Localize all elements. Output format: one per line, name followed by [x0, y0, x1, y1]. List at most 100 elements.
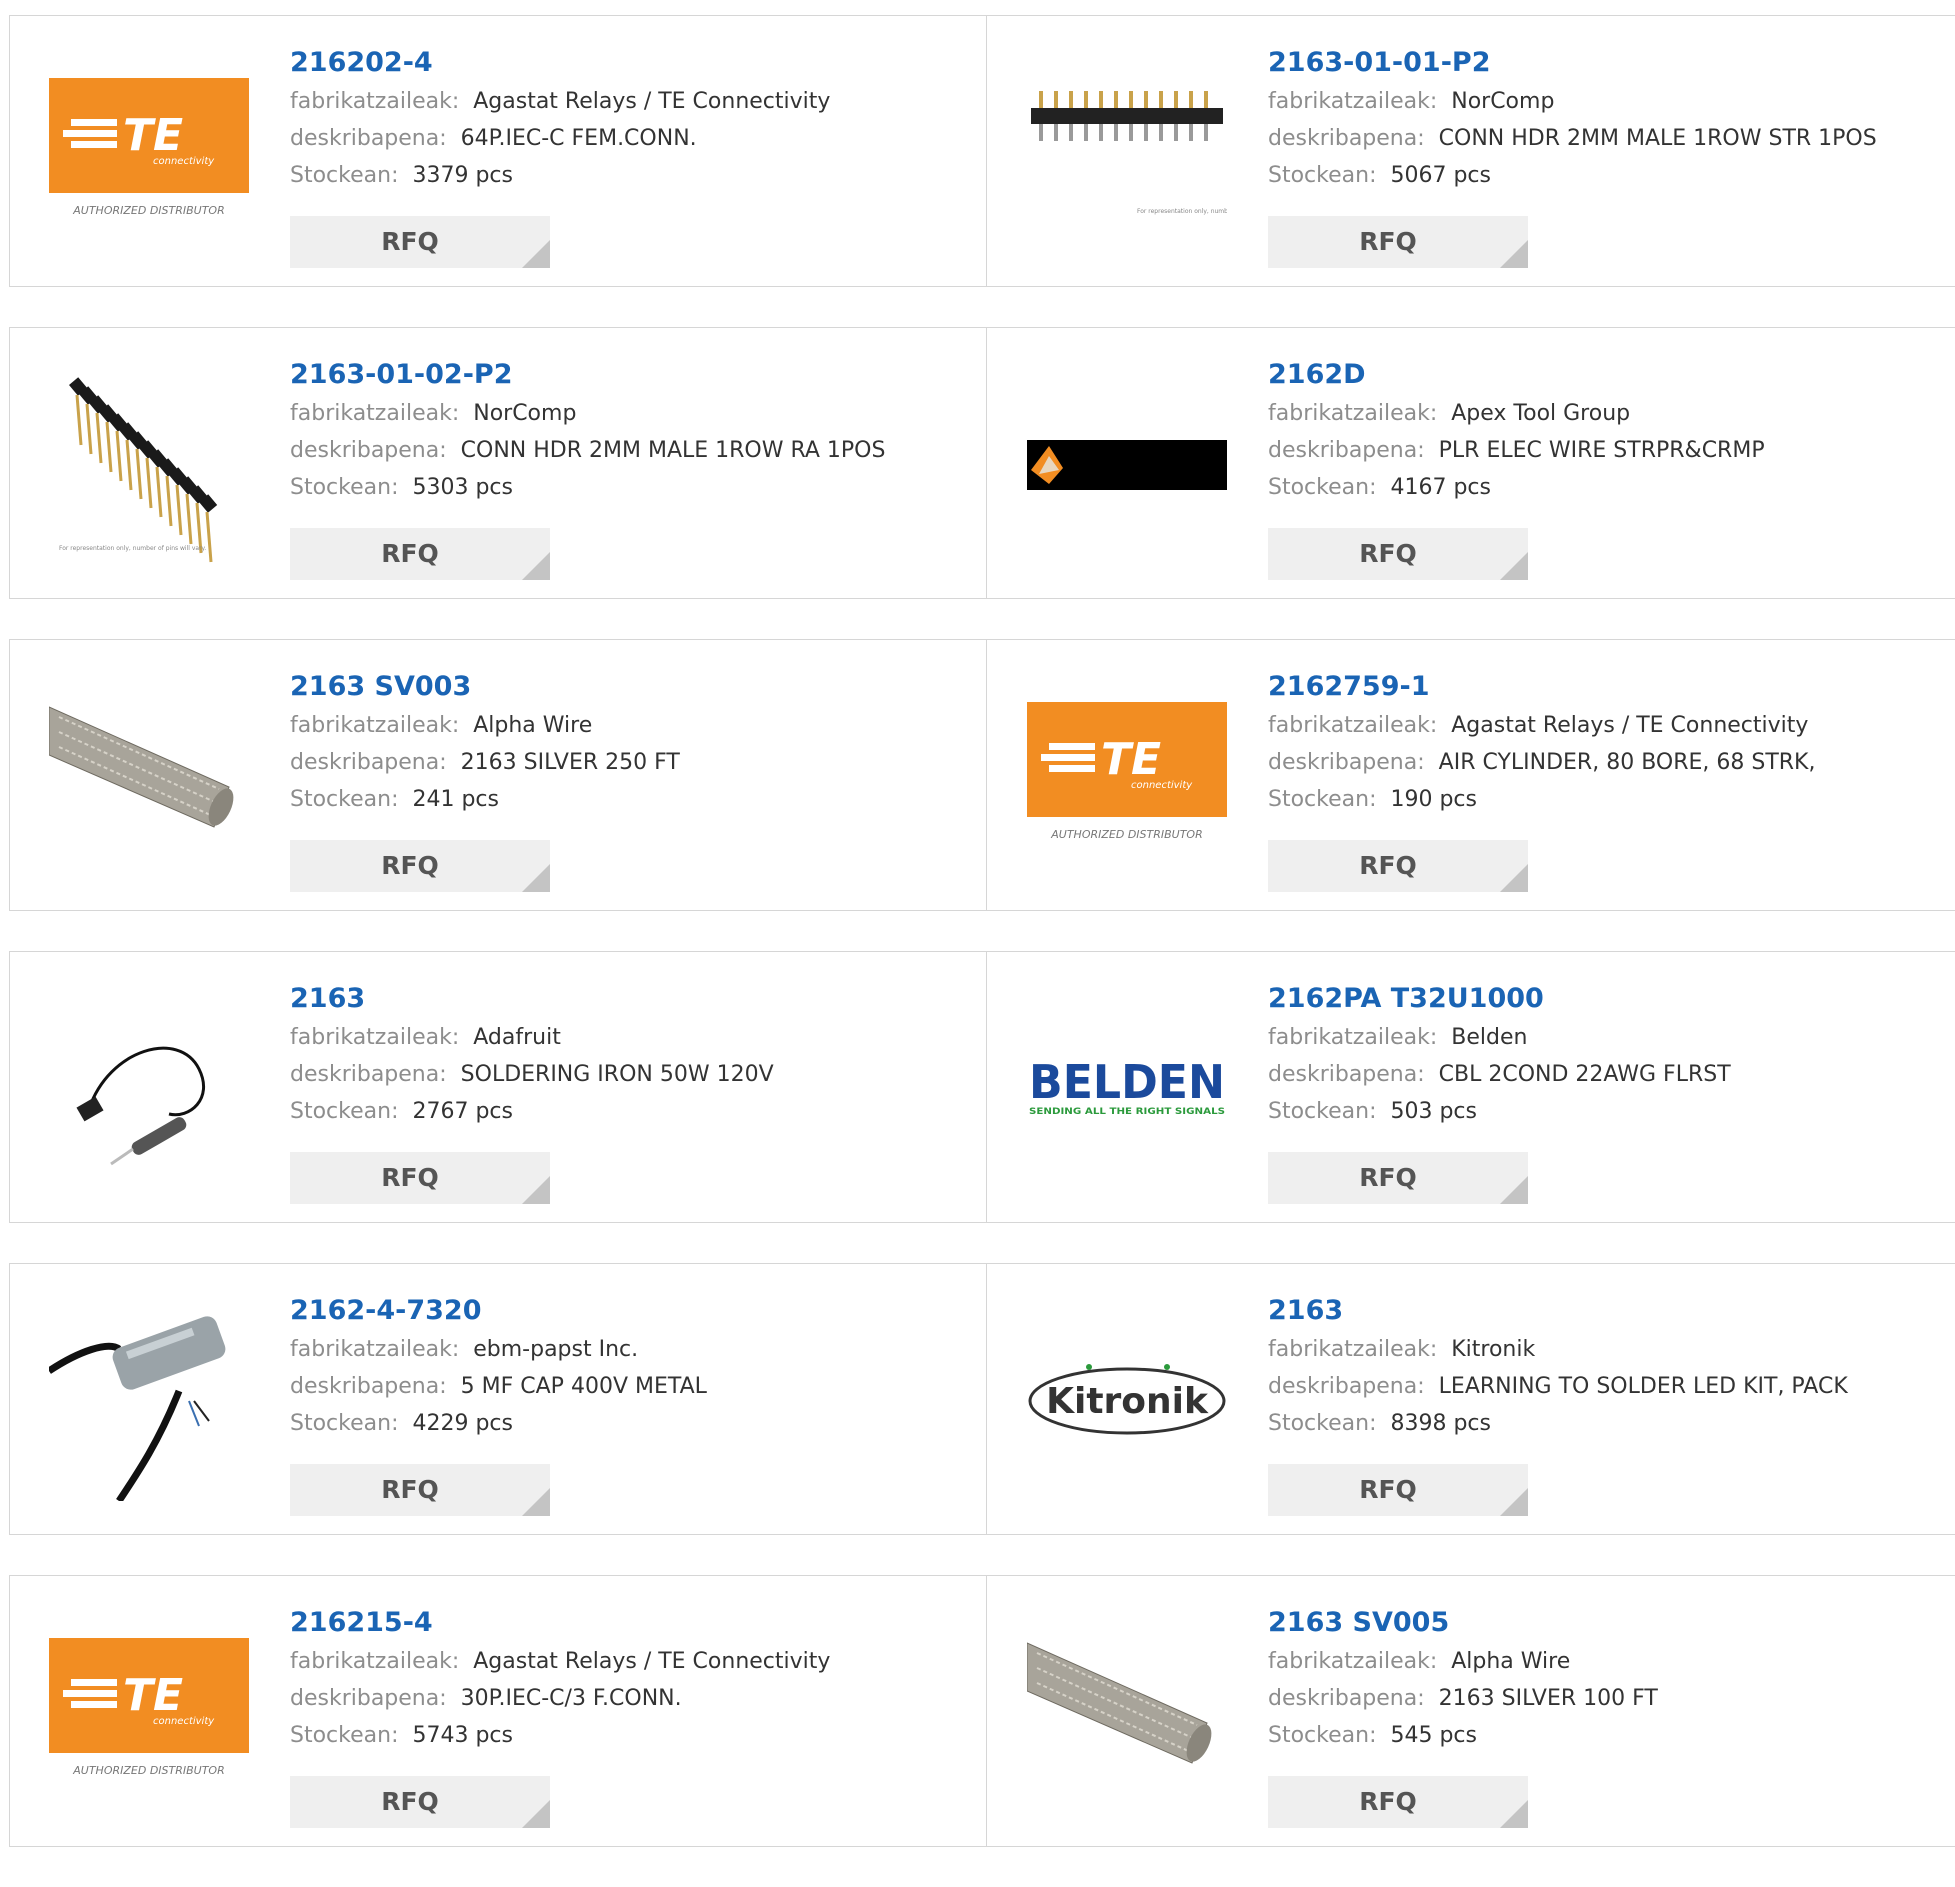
stock-value: 2767 pcs [412, 1099, 513, 1124]
description-label: deskribapena: [1268, 1374, 1425, 1399]
rfq-button[interactable]: RFQ [290, 528, 550, 580]
stock-value: 5067 pcs [1390, 163, 1491, 188]
manufacturer-line: fabrikatzaileak: Apex Tool Group [1268, 395, 1765, 432]
manufacturer-line: fabrikatzaileak: Alpha Wire [1268, 1643, 1658, 1680]
description-label: deskribapena: [290, 750, 447, 775]
rfq-button[interactable]: RFQ [290, 1776, 550, 1828]
product-image[interactable] [49, 677, 249, 877]
pin-header-image: For representation only, number of pins … [1031, 91, 1227, 215]
stock-label: Stockean: [1268, 1411, 1377, 1436]
stock-line: Stockean: 503 pcs [1268, 1093, 1731, 1130]
rfq-button[interactable]: RFQ [290, 216, 550, 268]
rfq-button[interactable]: RFQ [1268, 840, 1528, 892]
product-info: 2163 fabrikatzaileak: Adafruit deskribapen… [290, 979, 774, 1130]
rfq-label: RFQ [381, 1163, 439, 1192]
part-number-link[interactable]: 2163-01-02-P2 [290, 355, 885, 395]
stock-label: Stockean: [290, 1099, 399, 1124]
product-image[interactable]: For representation only, number of pins … [1027, 53, 1227, 253]
manufacturer-label: fabrikatzaileak: [1268, 1649, 1438, 1674]
svg-text:connectivity: connectivity [1131, 780, 1193, 791]
stock-line: Stockean: 4229 pcs [290, 1405, 707, 1442]
rfq-button[interactable]: RFQ [1268, 1464, 1528, 1516]
description-value: CBL 2COND 22AWG FLRST [1438, 1062, 1731, 1087]
product-image[interactable] [49, 989, 249, 1189]
part-number-link[interactable]: 216215-4 [290, 1603, 830, 1643]
rfq-button[interactable]: RFQ [1268, 1152, 1528, 1204]
rfq-button[interactable]: RFQ [290, 1152, 550, 1204]
manufacturer-label: fabrikatzaileak: [1268, 401, 1438, 426]
te-connectivity-logo: TEconnectivity AUTHORIZED DISTRIBUTOR [49, 1638, 249, 1777]
manufacturer-line: fabrikatzaileak: Kitronik [1268, 1331, 1848, 1368]
rfq-label: RFQ [381, 539, 439, 568]
pin-header-image: For representation only, number of pins … [59, 377, 218, 563]
description-value: SOLDERING IRON 50W 120V [460, 1062, 774, 1087]
product-image[interactable] [1027, 365, 1227, 565]
braided-sleeve-image [1027, 1642, 1212, 1764]
part-number-link[interactable]: 2162-4-7320 [290, 1291, 707, 1331]
rfq-label: RFQ [1359, 851, 1417, 880]
rfq-label: RFQ [381, 851, 439, 880]
description-value: 2163 SILVER 250 FT [460, 750, 680, 775]
description-value: CONN HDR 2MM MALE 1ROW RA 1POS [460, 438, 886, 463]
product-card: 2163 SV005 fabrikatzaileak: Alpha Wire des… [987, 1575, 1955, 1847]
product-info: 2163 SV005 fabrikatzaileak: Alpha Wire des… [1268, 1603, 1658, 1754]
part-number-link[interactable]: 2162759-1 [1268, 667, 1815, 707]
stock-value: 5743 pcs [412, 1723, 513, 1748]
stock-label: Stockean: [1268, 475, 1377, 500]
part-number-link[interactable]: 2163 [1268, 1291, 1848, 1331]
rfq-label: RFQ [1359, 1475, 1417, 1504]
corner-triangle-icon [1500, 1488, 1528, 1516]
product-row: TE connectivity AUTHORIZED DISTRIBUTOR 2162… [9, 15, 1955, 289]
manufacturer-line: fabrikatzaileak: Agastat Relays / TE Con… [1268, 707, 1815, 744]
description-line: deskribapena: CBL 2COND 22AWG FLRST [1268, 1056, 1731, 1093]
product-image[interactable]: TE connectivity AUTHORIZED DISTRIBUTOR [49, 53, 249, 253]
stock-label: Stockean: [290, 1723, 399, 1748]
manufacturer-line: fabrikatzaileak: Alpha Wire [290, 707, 680, 744]
stock-value: 4167 pcs [1390, 475, 1491, 500]
stock-label: Stockean: [290, 787, 399, 812]
product-card: For representation only, number of pins … [9, 327, 987, 599]
description-line: deskribapena: CONN HDR 2MM MALE 1ROW RA … [290, 432, 885, 469]
stock-value: 545 pcs [1390, 1723, 1477, 1748]
part-number-link[interactable]: 2163 SV003 [290, 667, 680, 707]
manufacturer-label: fabrikatzaileak: [290, 1649, 460, 1674]
corner-triangle-icon [1500, 1176, 1528, 1204]
part-number-link[interactable]: 2162D [1268, 355, 1765, 395]
product-row: 2163 SV003 fabrikatzaileak: Alpha Wire des… [9, 639, 1955, 913]
product-info: 216215-4 fabrikatzaileak: Agastat Relays … [290, 1603, 830, 1754]
product-card: TE connectivity AUTHORIZED DISTRIBUTOR 2162… [987, 639, 1955, 911]
manufacturer-value: Agastat Relays / TE Connectivity [1451, 713, 1809, 738]
rfq-button[interactable]: RFQ [290, 840, 550, 892]
stock-value: 241 pcs [412, 787, 499, 812]
rfq-button[interactable]: RFQ [290, 1464, 550, 1516]
manufacturer-label: fabrikatzaileak: [1268, 1025, 1438, 1050]
rfq-button[interactable]: RFQ [1268, 528, 1528, 580]
capacitor-image [49, 1316, 226, 1501]
svg-text:Kitronik: Kitronik [1046, 1381, 1209, 1422]
product-image[interactable]: For representation only, number of pins … [49, 365, 249, 565]
manufacturer-value: Kitronik [1451, 1337, 1536, 1362]
description-label: deskribapena: [290, 1686, 447, 1711]
svg-text:connectivity: connectivity [153, 156, 215, 167]
product-card: 2162-4-7320 fabrikatzaileak: ebm-papst In… [9, 1263, 987, 1535]
rfq-button[interactable]: RFQ [1268, 1776, 1528, 1828]
product-image[interactable]: BELDEN SENDING ALL THE RIGHT SIGNALS [1027, 989, 1227, 1189]
product-image[interactable]: TE connectivity AUTHORIZED DISTRIBUTOR [1027, 677, 1227, 877]
part-number-link[interactable]: 2163 [290, 979, 774, 1019]
part-number-link[interactable]: 2163-01-01-P2 [1268, 43, 1877, 83]
part-number-link[interactable]: 2163 SV005 [1268, 1603, 1658, 1643]
part-number-link[interactable]: 216202-4 [290, 43, 830, 83]
product-image[interactable]: Kitronik [1027, 1301, 1227, 1501]
product-image[interactable]: TE connectivity AUTHORIZED DISTRIBUTOR [49, 1613, 249, 1813]
description-label: deskribapena: [290, 1374, 447, 1399]
manufacturer-label: fabrikatzaileak: [1268, 1337, 1438, 1362]
part-number-link[interactable]: 2162PA T32U1000 [1268, 979, 1731, 1019]
corner-triangle-icon [522, 864, 550, 892]
description-line: deskribapena: 64P.IEC-C FEM.CONN. [290, 120, 830, 157]
rfq-label: RFQ [1359, 1163, 1417, 1192]
svg-text:TE: TE [123, 110, 183, 161]
stock-label: Stockean: [290, 475, 399, 500]
rfq-button[interactable]: RFQ [1268, 216, 1528, 268]
product-image[interactable] [49, 1301, 249, 1501]
product-image[interactable] [1027, 1613, 1227, 1813]
